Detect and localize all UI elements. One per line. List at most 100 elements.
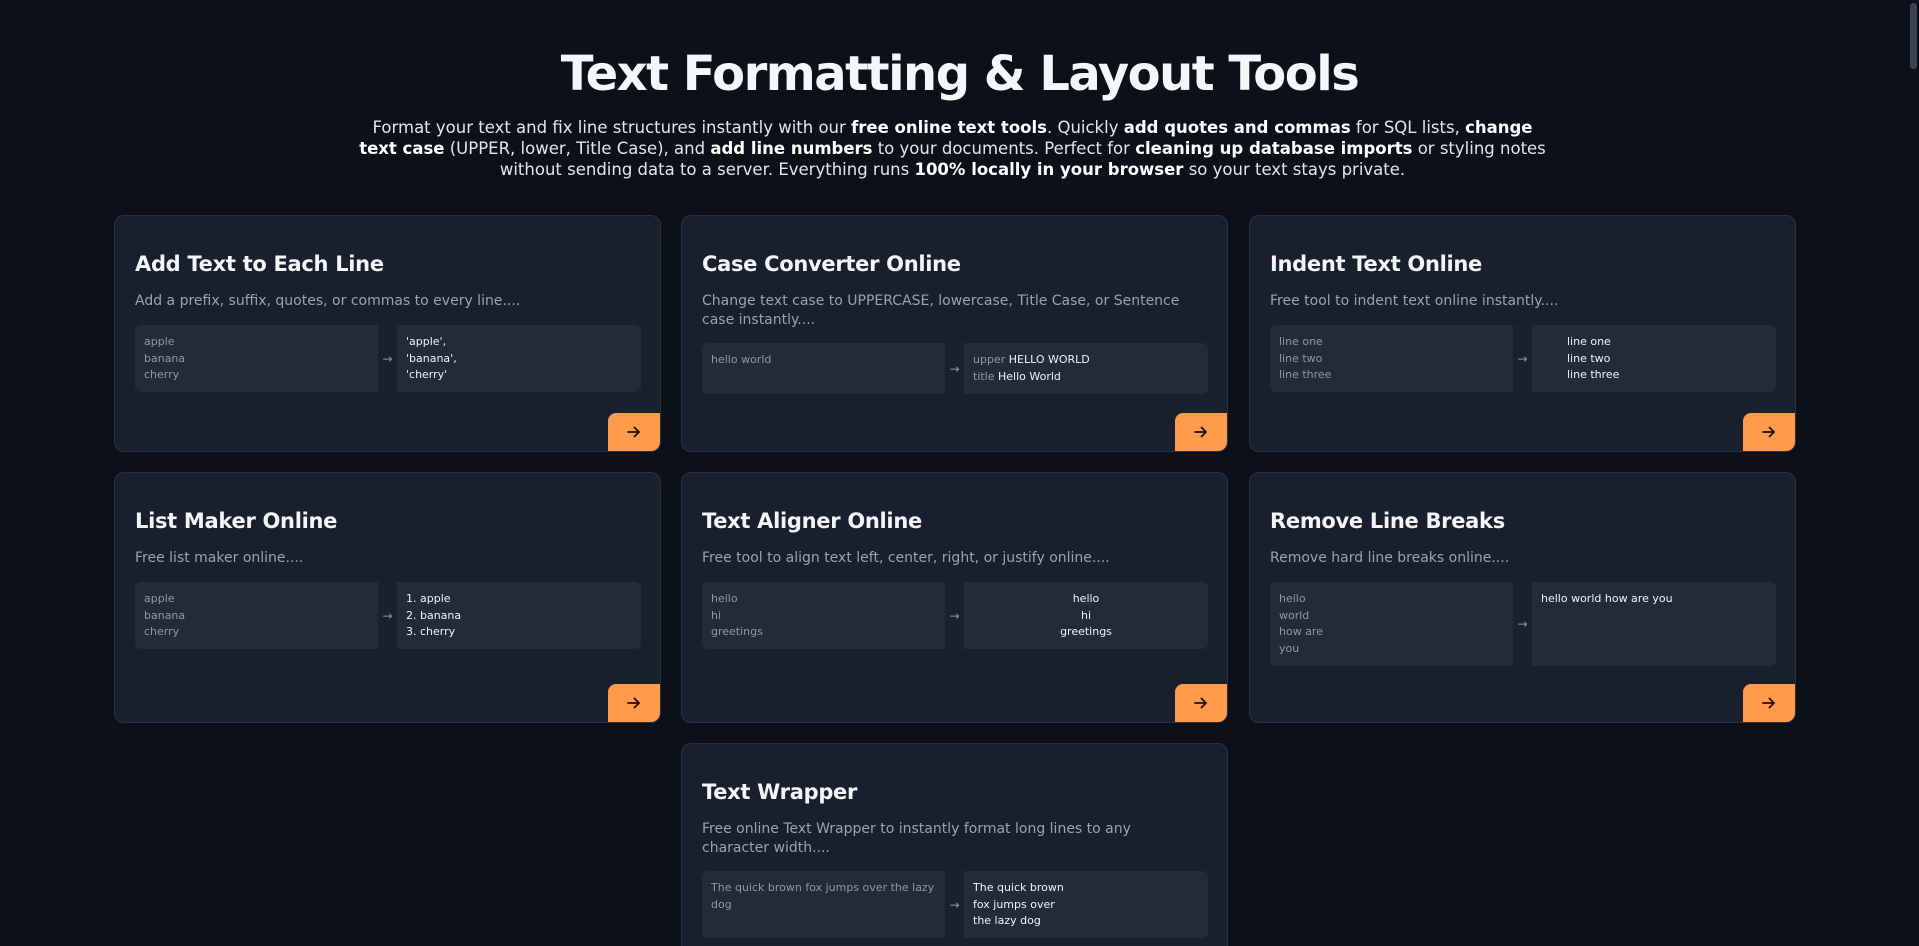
input-line: banana bbox=[144, 351, 186, 365]
example-preview: The quick brown fox jumps over the lazy … bbox=[702, 871, 1208, 938]
input-line: greetings bbox=[711, 625, 763, 638]
open-tool-button[interactable] bbox=[608, 413, 660, 451]
output-line: hello world how are you bbox=[1541, 592, 1673, 605]
input-line: hello world bbox=[711, 353, 772, 366]
output-line: hi bbox=[1080, 608, 1092, 622]
transform-arrow-icon: → bbox=[945, 871, 964, 938]
output-line: 2. banana bbox=[406, 608, 462, 622]
arrow-right-icon bbox=[627, 426, 640, 438]
output-line: 'banana', bbox=[406, 351, 457, 365]
input-line: line two bbox=[1279, 351, 1323, 365]
output-line: hello bbox=[1072, 592, 1100, 605]
input-line: you bbox=[1279, 641, 1300, 655]
input-line: world bbox=[1279, 608, 1310, 622]
transform-arrow-icon: → bbox=[378, 325, 397, 392]
example-preview: hello hi greetings → hello hi greetings bbox=[702, 582, 1208, 649]
example-preview: hello world → upper HELLO WORLD title He… bbox=[702, 343, 1208, 394]
input-line: banana bbox=[144, 608, 186, 622]
card-description: Free tool to indent text online instantl… bbox=[1270, 293, 1559, 309]
input-line: how are bbox=[1279, 625, 1323, 638]
card-title: Add Text to Each Line bbox=[135, 252, 384, 276]
intro-text: . Quickly bbox=[1046, 118, 1124, 137]
tool-card-add-text[interactable]: Add Text to Each Line Add a prefix, suff… bbox=[114, 215, 661, 452]
page: Text Formatting & Layout Tools Format yo… bbox=[0, 0, 1919, 946]
output-line: line three bbox=[1567, 368, 1620, 381]
input-line: line three bbox=[1279, 368, 1332, 381]
card-description: Free online Text Wrapper to instantly fo… bbox=[702, 821, 1131, 856]
example-input: apple banana cherry bbox=[135, 582, 378, 649]
card-title: Indent Text Online bbox=[1270, 252, 1483, 276]
tool-card-text-wrapper[interactable]: Text Wrapper Free online Text Wrapper to… bbox=[681, 743, 1228, 946]
case-label: title bbox=[973, 369, 995, 383]
card-description: Remove hard line breaks online.... bbox=[1270, 550, 1510, 566]
output-line: 1. apple bbox=[406, 592, 451, 605]
arrow-right-icon bbox=[1194, 697, 1207, 709]
tool-card-text-aligner[interactable]: Text Aligner Online Free tool to align t… bbox=[681, 472, 1228, 723]
tool-card-case-converter[interactable]: Case Converter Online Change text case t… bbox=[681, 215, 1228, 452]
case-value: Hello World bbox=[998, 369, 1061, 383]
transform-arrow-icon: → bbox=[945, 582, 964, 649]
card-description: Add a prefix, suffix, quotes, or commas … bbox=[135, 293, 521, 309]
case-value: HELLO WORLD bbox=[1008, 353, 1090, 366]
input-line: hello bbox=[1279, 592, 1306, 605]
intro-highlight: add line numbers bbox=[710, 139, 873, 158]
card-title: Text Aligner Online bbox=[702, 509, 922, 533]
tool-card-indent-text[interactable]: Indent Text Online Free tool to indent t… bbox=[1249, 215, 1796, 452]
intro-highlight: add quotes and commas bbox=[1123, 118, 1351, 137]
example-output: upper HELLO WORLD title Hello World bbox=[964, 343, 1208, 394]
page-title: Text Formatting & Layout Tools bbox=[560, 46, 1360, 102]
tool-card-remove-line-breaks[interactable]: Remove Line Breaks Remove hard line brea… bbox=[1249, 472, 1796, 723]
arrow-right-icon bbox=[1762, 697, 1775, 709]
card-title: List Maker Online bbox=[135, 509, 338, 533]
card-description: Free list maker online.... bbox=[135, 550, 304, 566]
output-line: fox jumps over bbox=[973, 897, 1055, 911]
example-preview: apple banana cherry → 1. apple 2. banana… bbox=[135, 582, 641, 649]
output-line: greetings bbox=[1060, 625, 1112, 638]
input-line: hi bbox=[711, 608, 722, 622]
input-line: apple bbox=[144, 592, 175, 605]
input-line: line one bbox=[1279, 335, 1323, 348]
output-line: line one bbox=[1567, 335, 1611, 348]
example-input: hello hi greetings bbox=[702, 582, 945, 649]
card-description: Change text case to UPPERCASE, lowercase… bbox=[702, 293, 1180, 328]
arrow-right-icon bbox=[1194, 426, 1207, 438]
open-tool-button[interactable] bbox=[1743, 413, 1795, 451]
transform-arrow-icon: → bbox=[1513, 582, 1532, 666]
example-output: hello world how are you bbox=[1532, 582, 1776, 666]
open-tool-button[interactable] bbox=[1743, 684, 1795, 722]
output-line: 'cherry' bbox=[406, 368, 448, 381]
card-title: Case Converter Online bbox=[702, 252, 961, 276]
page-scrollbar[interactable] bbox=[1907, 0, 1919, 946]
intro-highlight: free online text tools bbox=[851, 118, 1047, 137]
example-input: hello world how are you bbox=[1270, 582, 1513, 666]
output-line: The quick brown bbox=[973, 881, 1064, 894]
example-preview: line one line two line three → line one … bbox=[1270, 325, 1776, 392]
tool-card-list-maker[interactable]: List Maker Online Free list maker online… bbox=[114, 472, 661, 723]
arrow-right-icon bbox=[1762, 426, 1775, 438]
example-preview: hello world how are you → hello world ho… bbox=[1270, 582, 1776, 666]
intro-text: for SQL lists, bbox=[1350, 118, 1466, 137]
intro-highlight: 100% locally in your browser bbox=[914, 160, 1184, 179]
transform-arrow-icon: → bbox=[945, 343, 964, 394]
arrow-right-icon bbox=[627, 697, 640, 709]
example-preview: apple banana cherry → 'apple', 'banana',… bbox=[135, 325, 641, 392]
intro-text: (UPPER, lower, Title Case), and bbox=[444, 139, 711, 158]
open-tool-button[interactable] bbox=[1175, 413, 1227, 451]
input-line: apple bbox=[144, 335, 175, 348]
intro-text: to your documents. Perfect for bbox=[872, 139, 1136, 158]
card-title: Remove Line Breaks bbox=[1270, 509, 1505, 533]
open-tool-button[interactable] bbox=[1175, 684, 1227, 722]
open-tool-button[interactable] bbox=[608, 684, 660, 722]
transform-arrow-icon: → bbox=[1513, 325, 1532, 392]
input-line: cherry bbox=[144, 625, 180, 638]
output-line: 3. cherry bbox=[406, 625, 456, 638]
example-output: 'apple', 'banana', 'cherry' bbox=[397, 325, 641, 392]
card-description: Free tool to align text left, center, ri… bbox=[702, 550, 1110, 566]
intro-text: Format your text and fix line structures… bbox=[372, 118, 852, 137]
example-output: line one line two line three bbox=[1532, 325, 1776, 392]
output-line: line two bbox=[1567, 351, 1611, 365]
scrollbar-thumb[interactable] bbox=[1910, 3, 1917, 69]
example-output: hello hi greetings bbox=[964, 582, 1208, 649]
input-line: The quick brown fox jumps over the lazy … bbox=[711, 881, 935, 911]
example-input: line one line two line three bbox=[1270, 325, 1513, 392]
